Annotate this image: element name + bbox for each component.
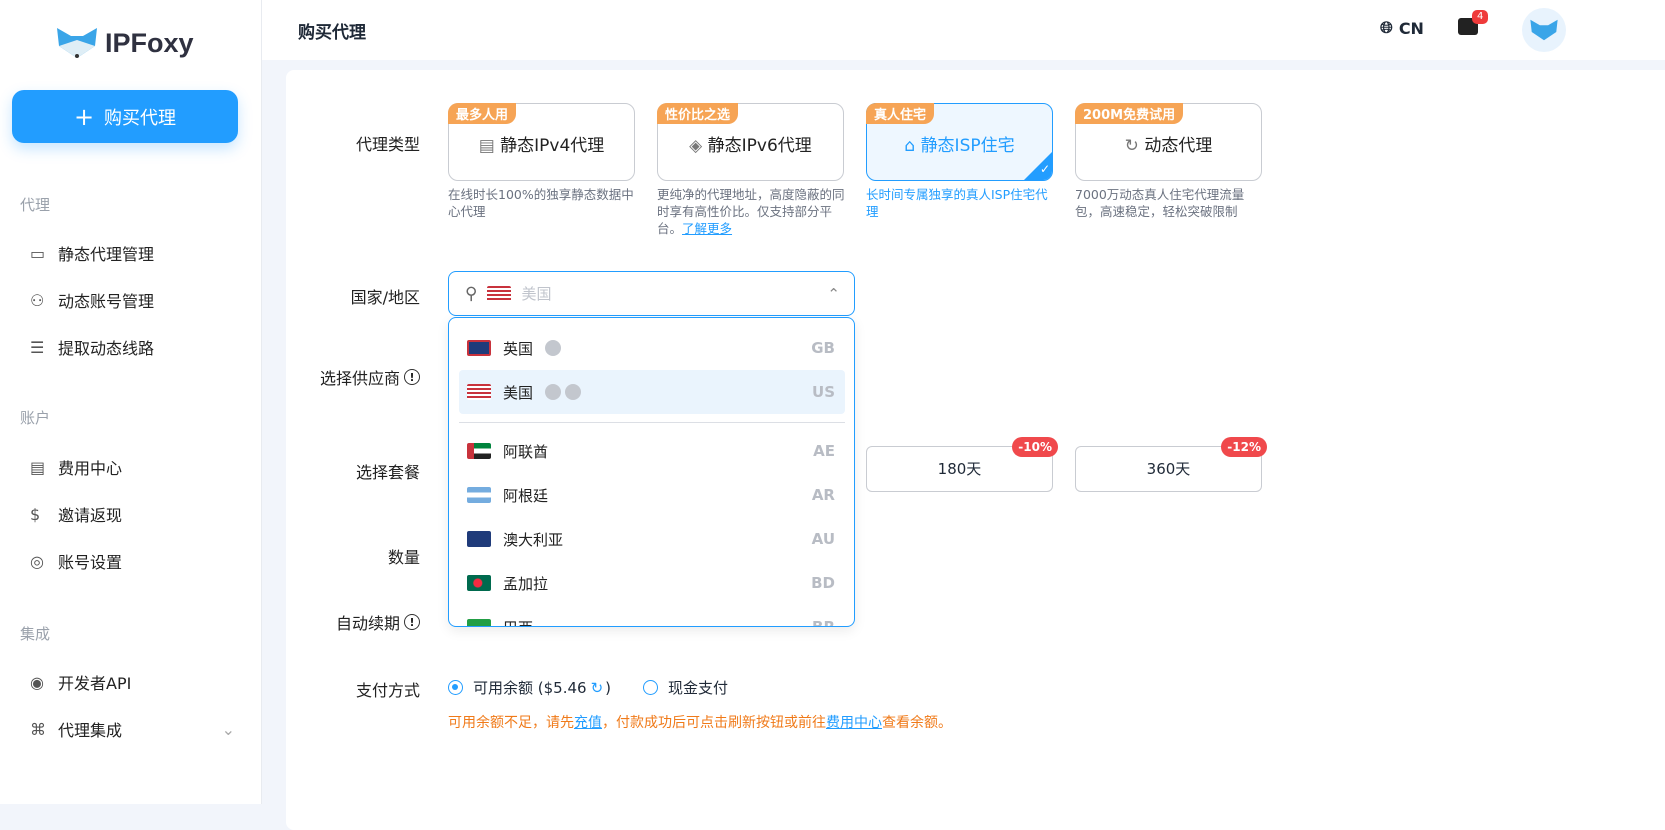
br-flag-icon [467,619,491,626]
sidebar-item-dynamic-account[interactable]: ⚇ 动态账号管理 [30,288,235,312]
au-flag-icon [467,531,491,547]
home-icon: ⌂ [904,136,921,156]
sidebar-item-proxy-integration[interactable]: ⌘ 代理集成 ⌄ [30,717,235,741]
balance-radio[interactable] [448,680,463,695]
country-dropdown: 英国GB 美国US 阿联酋AE 阿根廷AR 澳大利亚AU 孟加拉BD 巴西BR [448,317,855,627]
buy-proxy-button[interactable]: + 购买代理 [12,90,238,143]
plan-180-days[interactable]: 180天 -10% [866,437,1058,492]
message-count-badge: 4 [1472,10,1489,24]
type-static-ipv4[interactable]: 最多人用 ▤ 静态IPv4代理 [448,103,635,181]
type-desc: 7000万动态真人住宅代理流量包，高速稳定，轻松突破限制 [1075,187,1245,219]
refresh-balance-icon[interactable]: ↻ [591,679,604,697]
chevron-up-icon: ⌃ [827,284,840,303]
server-icon: ☰ [30,338,45,357]
type-dynamic[interactable]: 200M免费试用 ↻ 动态代理 [1075,103,1262,181]
users-icon: ⚇ [30,291,45,310]
logo[interactable]: IPFoxy [55,26,194,60]
clock-icon [545,384,562,400]
card-icon: ▤ [30,458,46,477]
ar-flag-icon [467,487,491,503]
type-desc: 更纯净的代理地址，高度隐蔽的同时享有高性价比。仅支持部分平台。了解更多 [657,187,845,236]
avatar[interactable] [1522,8,1566,52]
info-icon[interactable]: ! [404,369,420,385]
label-plan: 选择套餐 [355,463,420,482]
header: 购买代理 🌐︎ CN 4 [262,0,1665,60]
divider [459,422,845,423]
label-provider: 选择供应商! [320,365,420,389]
balance-warning: 可用余额不足，请先充值，付款成功后可点击刷新按钮或前往费用中心查看余额。 [448,715,952,731]
globe-icon: 🌐︎ [1380,18,1393,37]
plus-icon: + [73,102,95,131]
discount-badge: -10% [1012,437,1058,457]
network-icon: ⌘ [30,720,46,739]
type-static-ipv6[interactable]: 性价比之选 ◈ 静态IPv6代理 [657,103,844,181]
country-option-au[interactable]: 澳大利亚 AU [459,517,845,561]
page-title: 购买代理 [298,23,366,43]
refresh-icon: ↻ [1124,136,1145,156]
search-icon: ⚲ [465,283,478,304]
fingerprint-icon: ◉ [30,673,44,692]
sidebar-item-extract-lines[interactable]: ☰ 提取动态线路 [30,335,235,359]
layers-icon: ◈ [689,136,708,156]
ae-flag-icon [467,443,491,459]
fox-avatar-icon [1530,19,1558,41]
language-switch[interactable]: 🌐︎ CN [1380,18,1424,38]
sidebar-item-static-proxy[interactable]: ▭ 静态代理管理 [30,241,235,265]
section-title: 账户 [20,409,51,427]
label-auto-renew: 自动续期! [336,610,420,634]
sidebar-item-referral[interactable]: $ 邀请返现 [30,502,235,526]
messages-button[interactable]: 4 [1458,10,1489,39]
recharge-link[interactable]: 充值 [574,715,602,731]
billing-center-link[interactable]: 费用中心 [826,715,882,731]
bd-flag-icon [467,575,491,591]
clock-icon [545,340,562,356]
us-flag-icon [467,384,491,400]
sidebar-item-account-settings[interactable]: ◎ 账号设置 [30,549,235,573]
sidebar-item-developer-api[interactable]: ◉ 开发者API [30,670,235,694]
payment-options: 可用余额 ($5.46 ↻) 现金支付 [448,677,728,698]
label-payment: 支付方式 [355,681,420,700]
sidebar-item-billing[interactable]: ▤ 费用中心 [30,455,235,479]
section-title: 代理 [20,196,51,214]
chevron-down-icon: ⌄ [221,719,235,739]
sidebar: IPFoxy + 购买代理 代理 ▭ 静态代理管理 ⚇ 动态账号管理 ☰ 提取动态线路 … [0,0,262,804]
discount-badge: -12% [1221,437,1267,457]
type-static-isp[interactable]: 真人住宅 ⌂ 静态ISP住宅 ✓ [866,103,1053,181]
label-quantity: 数量 [387,548,420,567]
us-flag-icon [487,285,512,302]
learn-more-link[interactable]: 了解更多 [682,221,732,236]
label-country: 国家/地区 [350,288,420,307]
country-option-bd[interactable]: 孟加拉 BD [459,561,845,605]
country-option-us[interactable]: 美国 US [459,370,845,414]
selected-check-icon: ✓ [1024,152,1052,180]
section-title: 集成 [20,625,51,643]
plan-360-days[interactable]: 360天 -12% [1075,437,1267,492]
user-circle-icon: ◎ [30,552,44,571]
dollar-icon: $ [30,505,41,524]
type-desc: 在线时长100%的独享静态数据中心代理 [448,187,634,219]
country-select[interactable]: ⚲ 美国 ⌃ [448,271,855,316]
country-option-ar[interactable]: 阿根廷 AR [459,473,845,517]
country-option-br[interactable]: 巴西BR [459,605,845,626]
monitor-icon: ▭ [30,244,46,263]
country-option-gb[interactable]: 英国 GB [459,326,845,370]
type-desc: 长时间专属独享的真人ISP住宅代理 [866,187,1048,219]
fire-icon [565,384,582,400]
gb-flag-icon [467,340,491,356]
fox-logo-icon [57,28,97,58]
label-proxy-type: 代理类型 [355,135,420,154]
cash-radio[interactable] [643,680,658,695]
server-icon: ▤ [478,136,501,156]
info-icon[interactable]: ! [404,614,420,630]
country-option-ae[interactable]: 阿联酋 AE [459,429,845,473]
